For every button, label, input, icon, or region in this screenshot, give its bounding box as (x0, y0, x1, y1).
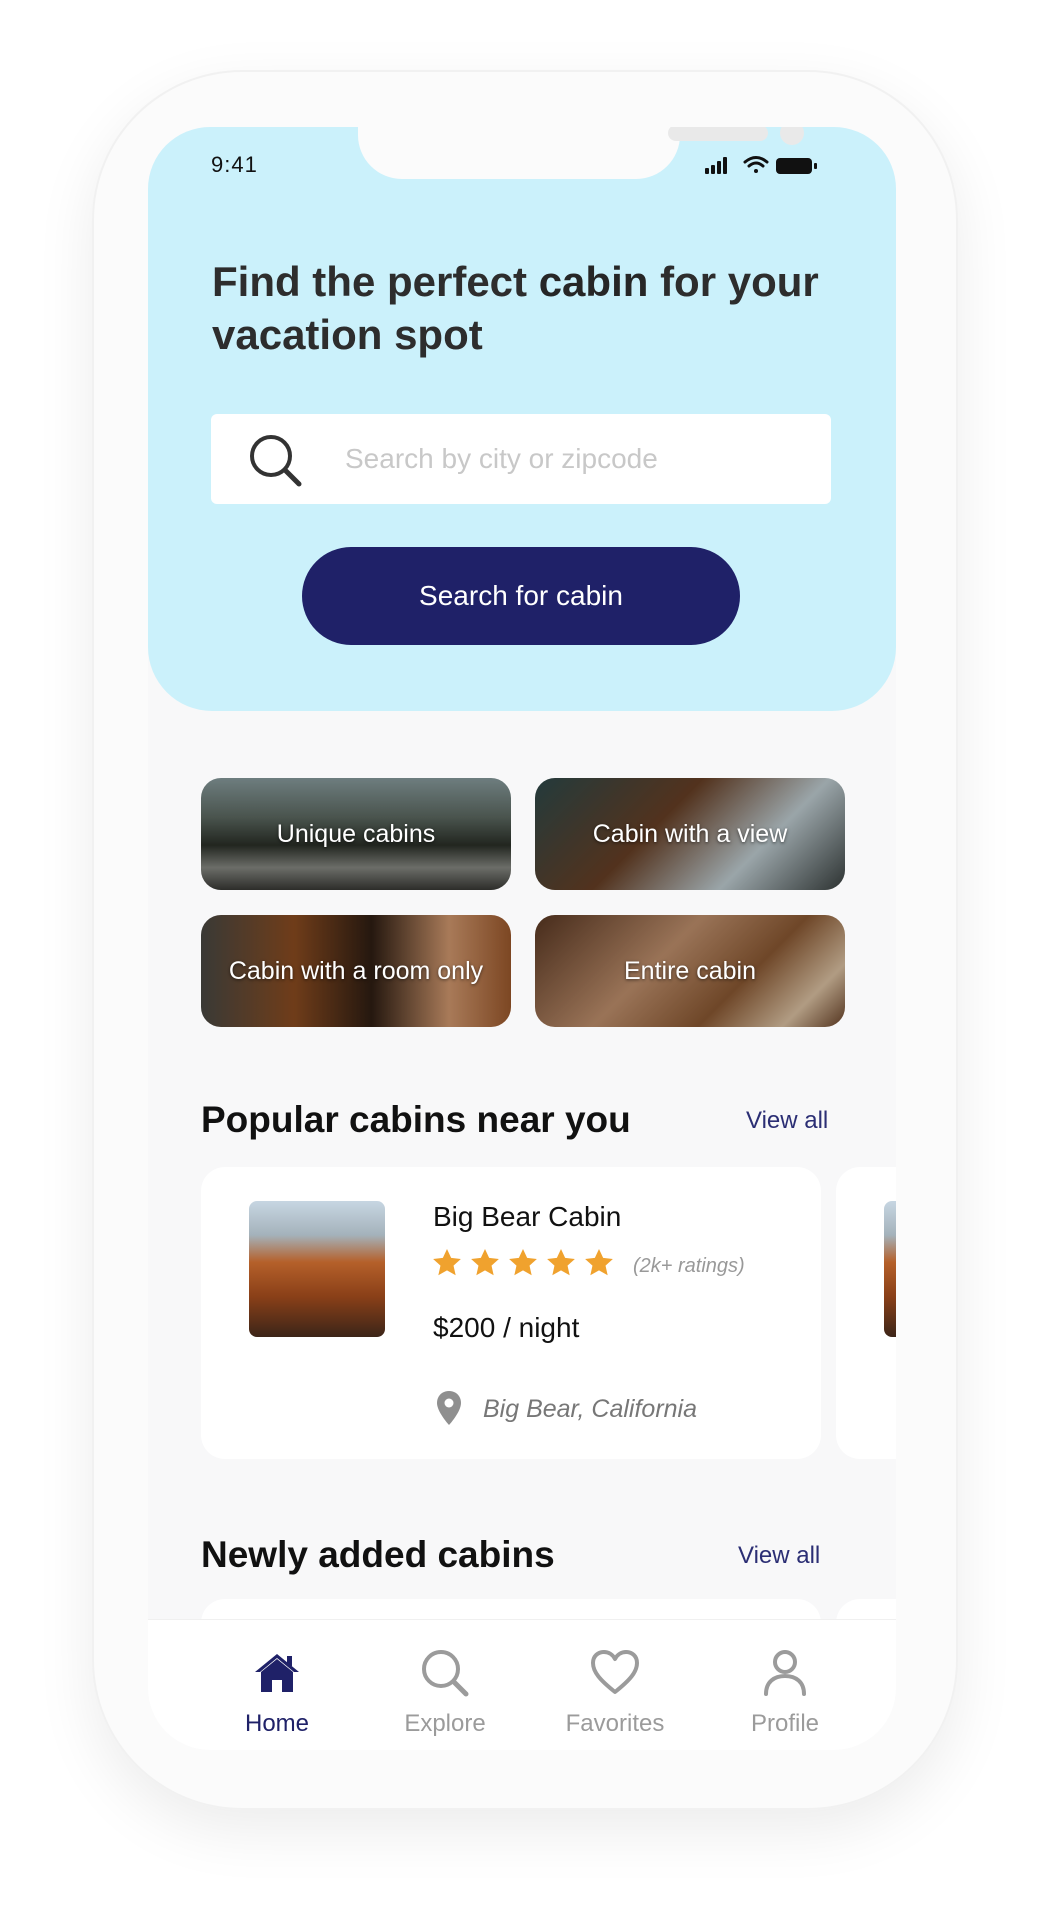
cabin-card[interactable]: Big Bear Cabin (2k+ ratings) $200 / nigh… (201, 1167, 821, 1459)
category-label: Entire cabin (623, 956, 757, 985)
category-cabin-room-only[interactable]: Cabin with a room only (201, 915, 511, 1027)
heart-icon (591, 1650, 639, 1694)
category-label: Cabin with a view (592, 819, 788, 848)
status-time: 9:41 (211, 152, 258, 177)
search-for-cabin-button[interactable]: Search for cabin (302, 547, 740, 645)
category-unique-cabins[interactable]: Unique cabins (201, 778, 511, 890)
tab-favorites[interactable]: Favorites (530, 1620, 700, 1750)
tab-label: Favorites (565, 1710, 665, 1737)
category-entire-cabin[interactable]: Entire cabin (535, 915, 845, 1027)
category-cabin-with-view[interactable]: Cabin with a view (535, 778, 845, 890)
search-icon (250, 435, 302, 487)
category-label: Cabin with a room only (228, 956, 484, 985)
tab-explore[interactable]: Explore (360, 1620, 530, 1750)
newly-added-view-all-link[interactable]: View all (738, 1542, 820, 1570)
cabin-name: Big Bear Cabin (433, 1201, 622, 1232)
bottom-tab-bar: Home Explore Favorites Profile (148, 1619, 896, 1750)
hero-section: 9:41 Find the perfect cabin for your vac… (148, 127, 896, 711)
star-icon (471, 1249, 499, 1276)
cabin-thumbnail (249, 1201, 385, 1337)
search-input[interactable] (345, 414, 805, 504)
search-icon (422, 1650, 469, 1697)
tab-profile[interactable]: Profile (700, 1620, 870, 1750)
front-camera (780, 127, 804, 145)
newly-added-section-title: Newly added cabins (201, 1534, 555, 1575)
tab-label: Explore (404, 1710, 486, 1737)
user-icon (764, 1650, 806, 1696)
signal-icon (705, 157, 727, 174)
star-icon (585, 1249, 613, 1276)
cabin-card-next[interactable] (836, 1167, 896, 1459)
wifi-icon (743, 156, 769, 173)
star-icon (547, 1249, 575, 1276)
battery-icon (776, 158, 817, 174)
cabin-location: Big Bear, California (483, 1395, 698, 1423)
popular-view-all-link[interactable]: View all (746, 1107, 828, 1135)
status-icons (705, 156, 817, 174)
location-pin-icon (437, 1391, 461, 1425)
app-screen: 9:41 Find the perfect cabin for your vac… (148, 127, 896, 1750)
tab-home[interactable]: Home (192, 1620, 362, 1750)
device-notch (358, 127, 804, 179)
category-label: Unique cabins (276, 819, 436, 848)
cabin-thumbnail (884, 1201, 896, 1337)
speaker-grille (668, 127, 768, 141)
tab-label: Home (244, 1710, 310, 1737)
star-icon (509, 1249, 537, 1276)
hero-title: Find the perfect cabin for your vacation… (212, 258, 819, 358)
search-box[interactable] (211, 414, 831, 504)
popular-section-title: Popular cabins near you (201, 1099, 631, 1140)
tab-label: Profile (750, 1710, 820, 1737)
star-icon (433, 1249, 461, 1276)
ratings-count: (2k+ ratings) (633, 1255, 745, 1277)
home-icon (255, 1654, 299, 1692)
cabin-price: $200 / night (433, 1312, 580, 1343)
star-rating (431, 1247, 615, 1279)
